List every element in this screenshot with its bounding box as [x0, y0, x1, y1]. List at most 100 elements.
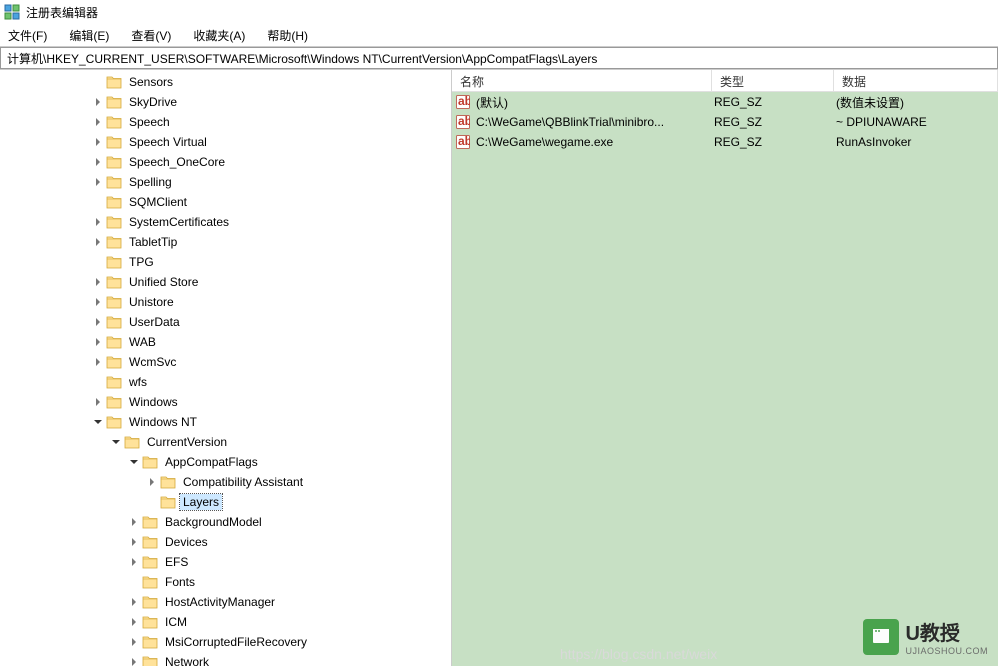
tree-node-label: Unified Store	[126, 274, 201, 290]
tree-node[interactable]: wfs	[0, 372, 451, 392]
menu-file[interactable]: 文件(F)	[4, 25, 51, 46]
folder-icon	[106, 215, 122, 229]
tree-node[interactable]: MsiCorruptedFileRecovery	[0, 632, 451, 652]
value-type: REG_SZ	[712, 115, 834, 129]
address-input[interactable]	[0, 47, 998, 69]
tree-node[interactable]: SystemCertificates	[0, 212, 451, 232]
tree-node[interactable]: Windows NT	[0, 412, 451, 432]
menu-favorites[interactable]: 收藏夹(A)	[189, 25, 249, 46]
tree-node[interactable]: WAB	[0, 332, 451, 352]
svg-text:ab: ab	[458, 135, 470, 148]
tree-node-label: Spelling	[126, 174, 175, 190]
tree-node[interactable]: AppCompatFlags	[0, 452, 451, 472]
value-type: REG_SZ	[712, 95, 834, 109]
tree-node[interactable]: Speech_OneCore	[0, 152, 451, 172]
tree-node-label: Devices	[162, 534, 211, 550]
chevron-right-icon[interactable]	[90, 134, 106, 150]
tree-node-label: Compatibility Assistant	[180, 474, 306, 490]
folder-icon	[106, 175, 122, 189]
chevron-right-icon[interactable]	[90, 154, 106, 170]
folder-icon	[142, 575, 158, 589]
chevron-right-icon[interactable]	[90, 394, 106, 410]
column-data[interactable]: 数据	[834, 70, 998, 91]
values-body[interactable]: ab(默认)REG_SZ(数值未设置)ab C:\WeGame\QBBlinkTr…	[452, 92, 998, 666]
tree-node-label: MsiCorruptedFileRecovery	[162, 634, 310, 650]
chevron-right-icon[interactable]	[126, 514, 142, 530]
tree-node[interactable]: TabletTip	[0, 232, 451, 252]
tree-node[interactable]: Speech	[0, 112, 451, 132]
window-title: 注册表编辑器	[26, 4, 98, 21]
tree-node[interactable]: CurrentVersion	[0, 432, 451, 452]
tree-panel: SensorsSkyDriveSpeechSpeech Virtual Speec…	[0, 70, 452, 666]
tree-node[interactable]: Compatibility Assistant	[0, 472, 451, 492]
tree-node[interactable]: UserData	[0, 312, 451, 332]
tree-node[interactable]: TPG	[0, 252, 451, 272]
chevron-down-icon[interactable]	[90, 414, 106, 430]
chevron-right-icon[interactable]	[90, 314, 106, 330]
chevron-right-icon[interactable]	[126, 594, 142, 610]
chevron-right-icon[interactable]	[90, 274, 106, 290]
chevron-right-icon[interactable]	[126, 534, 142, 550]
menu-help[interactable]: 帮助(H)	[263, 25, 312, 46]
chevron-right-icon[interactable]	[90, 234, 106, 250]
tree-node[interactable]: Sensors	[0, 72, 451, 92]
chevron-down-icon[interactable]	[126, 454, 142, 470]
tree-node[interactable]: BackgroundModel	[0, 512, 451, 532]
chevron-right-icon[interactable]	[144, 474, 160, 490]
chevron-right-icon[interactable]	[90, 294, 106, 310]
tree-node[interactable]: Layers	[0, 492, 451, 512]
value-row[interactable]: ab C:\WeGame\QBBlinkTrial\minibro...REG_S…	[452, 112, 998, 132]
value-data: ~ DPIUNAWARE	[834, 115, 998, 129]
column-name[interactable]: 名称	[452, 70, 712, 91]
value-data: (数值未设置)	[834, 94, 998, 111]
folder-icon	[106, 295, 122, 309]
chevron-right-icon[interactable]	[126, 654, 142, 666]
folder-icon	[106, 375, 122, 389]
tree-node[interactable]: Windows	[0, 392, 451, 412]
tree-scroll[interactable]: SensorsSkyDriveSpeechSpeech Virtual Speec…	[0, 70, 451, 666]
chevron-right-icon[interactable]	[126, 634, 142, 650]
chevron-right-icon[interactable]	[90, 334, 106, 350]
menu-view[interactable]: 查看(V)	[127, 25, 175, 46]
folder-icon	[142, 615, 158, 629]
menu-edit[interactable]: 编辑(E)	[65, 25, 113, 46]
tree-node-label: ICM	[162, 614, 190, 630]
chevron-right-icon[interactable]	[90, 174, 106, 190]
tree-node[interactable]: SkyDrive	[0, 92, 451, 112]
tree-node-label: TabletTip	[126, 234, 180, 250]
chevron-right-icon[interactable]	[90, 214, 106, 230]
tree-node-label: HostActivityManager	[162, 594, 278, 610]
chevron-right-icon[interactable]	[90, 354, 106, 370]
chevron-right-icon[interactable]	[126, 614, 142, 630]
tree-node[interactable]: EFS	[0, 552, 451, 572]
svg-text:ab: ab	[458, 115, 470, 128]
folder-icon	[106, 235, 122, 249]
tree-node[interactable]: Unistore	[0, 292, 451, 312]
chevron-right-icon[interactable]	[126, 554, 142, 570]
folder-icon	[142, 595, 158, 609]
tree-node[interactable]: SQMClient	[0, 192, 451, 212]
tree-node[interactable]: HostActivityManager	[0, 592, 451, 612]
chevron-down-icon[interactable]	[108, 434, 124, 450]
tree-node[interactable]: WcmSvc	[0, 352, 451, 372]
tree-node[interactable]: Network	[0, 652, 451, 666]
column-type[interactable]: 类型	[712, 70, 834, 91]
value-row[interactable]: ab(默认)REG_SZ(数值未设置)	[452, 92, 998, 112]
tree-node-label: Speech_OneCore	[126, 154, 228, 170]
tree-node-label: Fonts	[162, 574, 198, 590]
value-row[interactable]: abC:\WeGame\wegame.exeREG_SZRunAsInvoker	[452, 132, 998, 152]
tree-node[interactable]: Speech Virtual	[0, 132, 451, 152]
chevron-right-icon[interactable]	[90, 94, 106, 110]
tree-node-label: AppCompatFlags	[162, 454, 261, 470]
tree-node[interactable]: Fonts	[0, 572, 451, 592]
tree-node[interactable]: Unified Store	[0, 272, 451, 292]
folder-icon	[160, 475, 176, 489]
tree-node[interactable]: Devices	[0, 532, 451, 552]
folder-icon	[106, 135, 122, 149]
tree-node-label: UserData	[126, 314, 183, 330]
tree-node[interactable]: Spelling	[0, 172, 451, 192]
values-panel: 名称 类型 数据 ab(默认)REG_SZ(数值未设置)abC:\WeGame\…	[452, 70, 998, 666]
chevron-right-icon[interactable]	[90, 114, 106, 130]
tree-node[interactable]: ICM	[0, 612, 451, 632]
value-name: C:\WeGame\QBBlinkTrial\minibro...	[474, 115, 712, 129]
